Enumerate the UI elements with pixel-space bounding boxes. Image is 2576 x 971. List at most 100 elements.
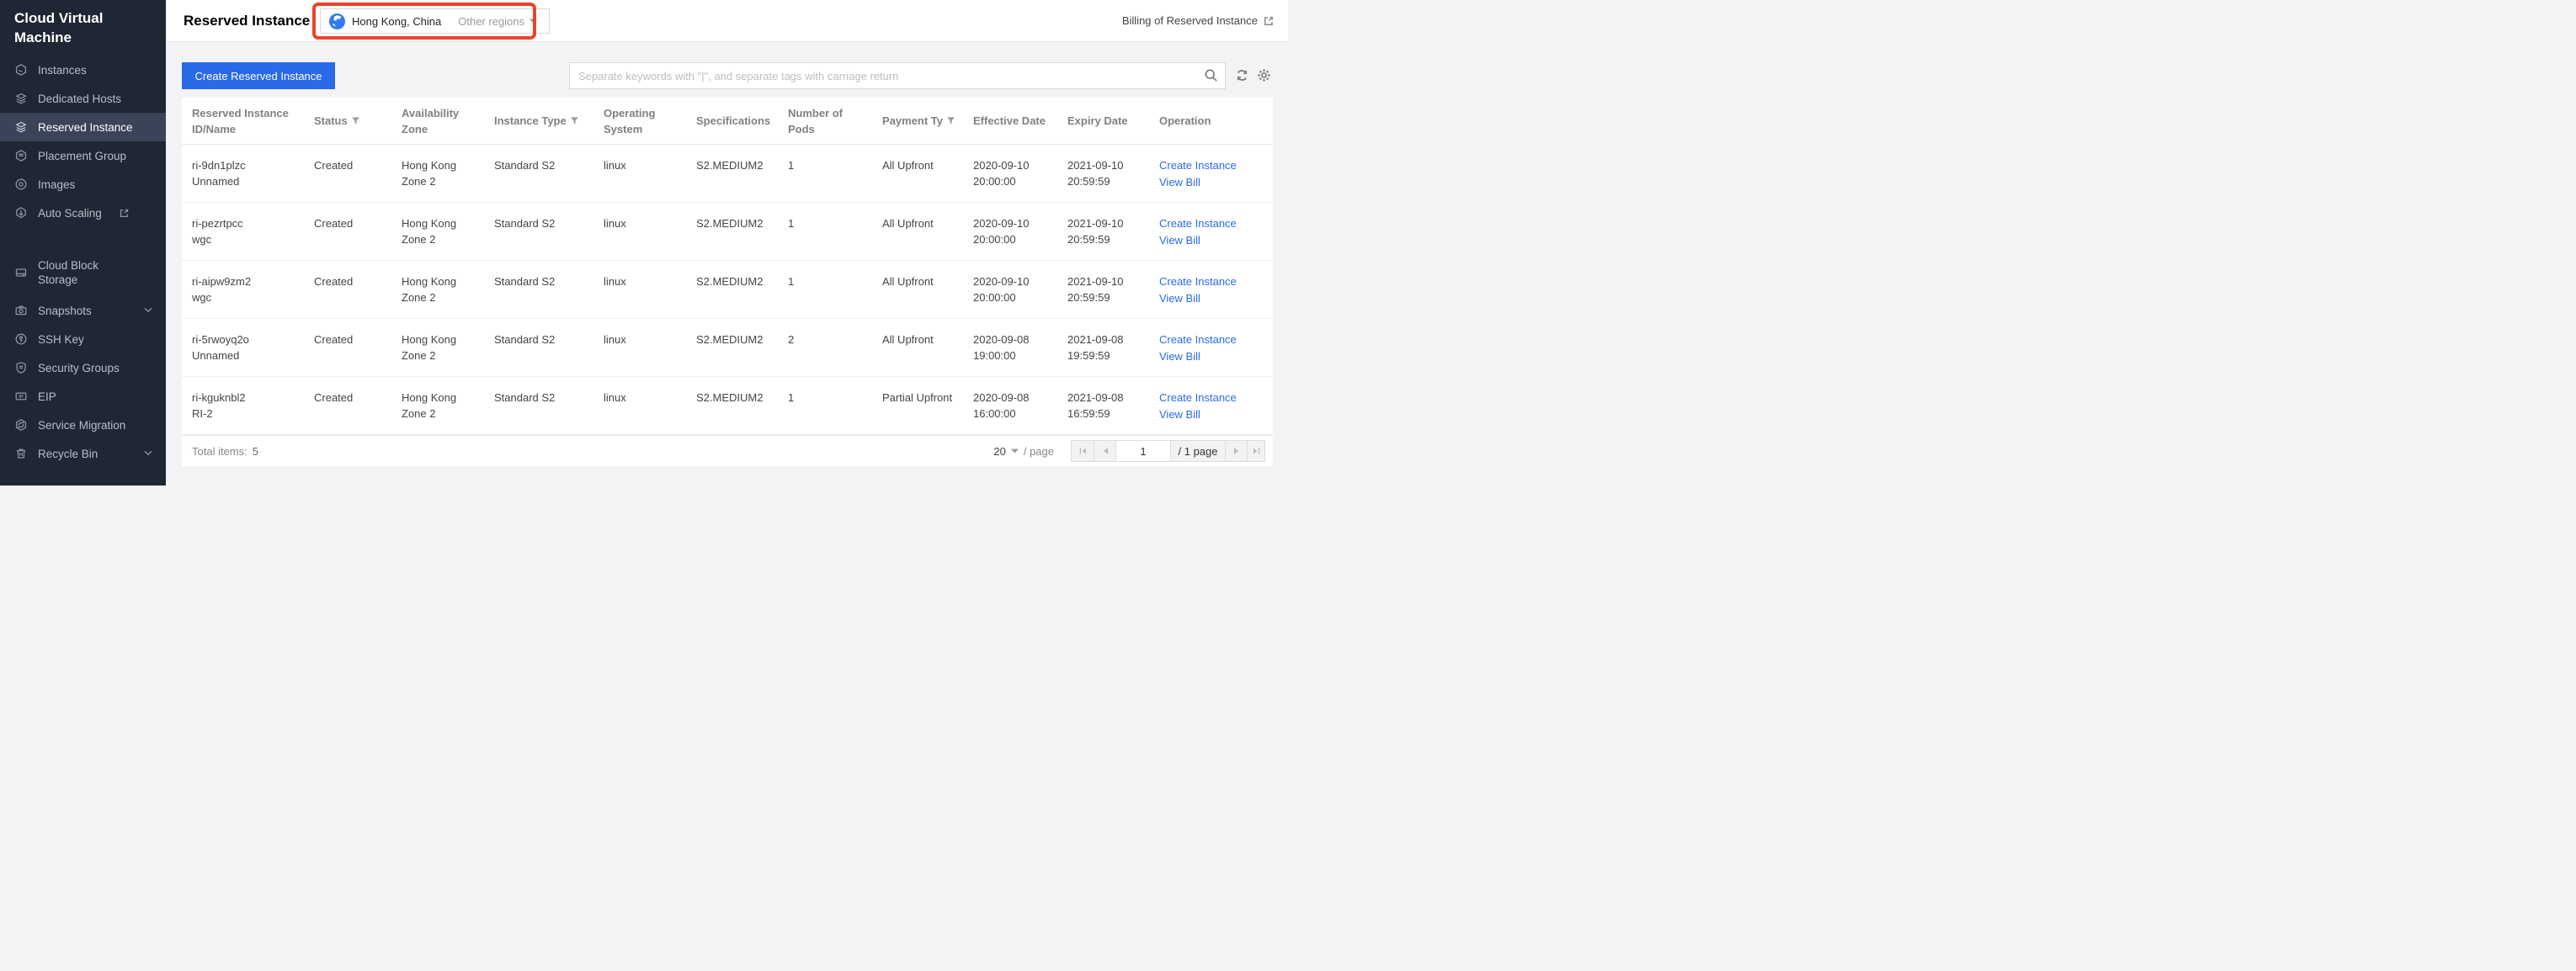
eip-icon: IP [14,390,28,403]
cell-expiry: 2021-09-1020:59:59 [1067,261,1159,305]
cell-spec: S2.MEDIUM2 [696,145,788,173]
instances-icon [14,63,28,77]
first-page-button[interactable] [1072,441,1094,461]
sidebar-item-placement-group[interactable]: Placement Group [0,141,166,170]
cell-type: Standard S2 [494,377,604,406]
caret-down-icon [1011,448,1019,454]
table-row: ri-kguknbl2RI-2 Created Hong Kong Zone 2… [182,377,1273,435]
cell-os: linux [604,377,696,406]
page-size-selector[interactable]: 20 / page [993,445,1054,458]
cell-spec: S2.MEDIUM2 [696,203,788,231]
pagination: 1 / 1 page [1071,440,1265,462]
sidebar-item-instances[interactable]: Instances [0,56,166,84]
sidebar-item-auto-scaling[interactable]: Auto Scaling [0,199,166,227]
table-header-row: Reserved Instance ID/Name Status Availab… [182,98,1273,145]
view-bill-link[interactable]: View Bill [1159,406,1261,422]
cell-payment: All Upfront [882,145,973,173]
create-instance-link[interactable]: Create Instance [1159,390,1261,406]
cell-pods: 1 [788,261,882,289]
search-icon[interactable] [1204,68,1218,82]
sidebar-item-recycle-bin[interactable]: Recycle Bin [0,439,166,468]
gear-icon[interactable] [1257,68,1271,82]
cell-effective: 2020-09-1020:00:00 [973,145,1067,189]
last-page-button[interactable] [1247,441,1264,461]
col-id-name: Reserved Instance ID/Name [192,105,314,137]
view-bill-link[interactable]: View Bill [1159,232,1261,248]
create-instance-link[interactable]: Create Instance [1159,332,1261,348]
table-row: ri-aipw9zm2wgc Created Hong Kong Zone 2 … [182,261,1273,319]
chevron-down-icon[interactable] [144,307,152,313]
cell-operation: Create InstanceView Bill [1159,319,1273,364]
cell-os: linux [604,319,696,348]
sidebar: Cloud Virtual Machine Instances Dedicate… [0,0,166,486]
cell-expiry: 2021-09-0816:59:59 [1067,377,1159,422]
sidebar-item-security-groups[interactable]: Security Groups [0,353,166,382]
view-bill-link[interactable]: View Bill [1159,348,1261,364]
next-page-button[interactable] [1225,441,1247,461]
prev-page-button[interactable] [1094,441,1115,461]
sidebar-item-dedicated-hosts[interactable]: Dedicated Hosts [0,84,166,113]
col-number-of-pods: Number of Pods [788,105,882,137]
external-link-icon [119,208,130,219]
cell-status: Created [314,203,402,231]
col-operating-system: Operating System [604,105,696,137]
caret-down-icon [530,19,537,24]
sidebar-item-images[interactable]: Images [0,170,166,199]
cell-payment: All Upfront [882,319,973,348]
table-footer: Total items: 5 20 / page 1 / 1 page [182,435,1273,466]
view-bill-link[interactable]: View Bill [1159,174,1261,190]
filter-icon[interactable] [946,116,955,125]
col-payment-type: Payment Ty [882,113,973,129]
current-page-input[interactable]: 1 [1115,441,1170,461]
sidebar-item-ssh-key[interactable]: SSH Key [0,325,166,353]
cell-pods: 1 [788,145,882,173]
col-expiry-date: Expiry Date [1067,113,1159,129]
filter-icon[interactable] [351,116,360,125]
cell-expiry: 2021-09-1020:59:59 [1067,203,1159,247]
create-reserved-instance-button[interactable]: Create Reserved Instance [182,62,335,89]
cell-id-name: ri-aipw9zm2wgc [192,261,314,305]
cell-os: linux [604,203,696,231]
cell-operation: Create InstanceView Bill [1159,203,1273,248]
chevron-down-icon[interactable] [144,450,152,456]
sidebar-item-snapshots[interactable]: Snapshots [0,296,166,325]
cell-status: Created [314,145,402,173]
images-icon [14,178,28,191]
table-row: ri-5rwoyq2oUnnamed Created Hong Kong Zon… [182,319,1273,377]
sidebar-item-cloud-block-storage[interactable]: Cloud Block Storage [0,249,166,296]
cell-payment: Partial Upfront [882,377,973,406]
search-input[interactable] [569,62,1226,89]
security-groups-icon [14,361,28,374]
external-link-icon [1263,15,1275,27]
create-instance-link[interactable]: Create Instance [1159,273,1261,289]
cell-pods: 1 [788,377,882,406]
cell-id-name: ri-pezrtpccwgc [192,203,314,247]
cell-operation: Create InstanceView Bill [1159,145,1273,190]
sidebar-nav: Instances Dedicated Hosts Reserved Insta… [0,56,166,468]
sidebar-item-reserved-instance[interactable]: Reserved Instance [0,113,166,141]
cell-type: Standard S2 [494,319,604,348]
cloud-block-storage-icon [14,266,28,279]
refresh-icon[interactable] [1235,68,1249,82]
reserved-instance-table: Reserved Instance ID/Name Status Availab… [182,98,1273,466]
cell-payment: All Upfront [882,203,973,231]
create-instance-link[interactable]: Create Instance [1159,215,1261,231]
cell-status: Created [314,377,402,406]
other-regions-dropdown[interactable]: Other regions [458,15,524,28]
cell-operation: Create InstanceView Bill [1159,261,1273,306]
cell-zone: Hong Kong Zone 2 [402,377,474,422]
sidebar-item-service-migration[interactable]: Service Migration [0,411,166,439]
recycle-bin-icon [14,447,28,460]
billing-link[interactable]: Billing of Reserved Instance [1122,14,1275,27]
view-bill-link[interactable]: View Bill [1159,290,1261,306]
cell-pods: 2 [788,319,882,348]
dedicated-hosts-icon [14,92,28,105]
cell-status: Created [314,319,402,348]
create-instance-link[interactable]: Create Instance [1159,157,1261,173]
filter-icon[interactable] [570,116,579,125]
region-selector[interactable]: Hong Kong, China Other regions [320,8,550,34]
page-title: Reserved Instance [184,13,310,29]
cell-zone: Hong Kong Zone 2 [402,261,474,305]
sidebar-item-eip[interactable]: IP EIP [0,382,166,411]
cell-os: linux [604,261,696,289]
